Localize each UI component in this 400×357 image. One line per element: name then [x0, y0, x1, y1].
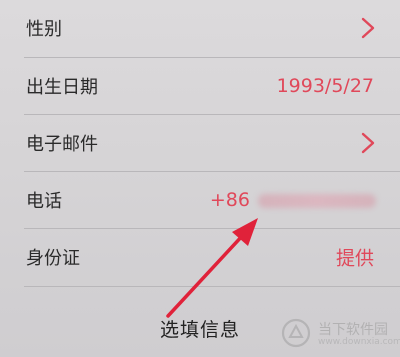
birthdate-label: 出生日期 [26, 77, 98, 98]
chevron-right-icon [361, 17, 375, 39]
birthdate-value: 1993/5/27 [276, 75, 374, 97]
watermark: 当下软件园 www.downxia.com [280, 317, 400, 351]
chevron-right-icon [361, 132, 375, 154]
id-card-row[interactable]: 身份证 提供 [0, 229, 400, 285]
watermark-url: www.downxia.com [318, 337, 400, 347]
birthdate-row[interactable]: 出生日期 1993/5/27 [0, 58, 400, 114]
watermark-logo-icon [281, 318, 311, 348]
id-card-label: 身份证 [26, 248, 80, 269]
email-row[interactable]: 电子邮件 [0, 115, 400, 171]
email-label: 电子邮件 [26, 134, 98, 155]
phone-country-code: +86 [209, 189, 250, 211]
phone-value: +86 [210, 189, 376, 211]
blurred-phone-number [258, 193, 376, 208]
phone-label: 电话 [26, 191, 62, 212]
id-card-provide-link[interactable]: 提供 [336, 244, 374, 271]
gender-label: 性别 [26, 19, 62, 40]
watermark-brand: 当下软件园 [318, 322, 388, 338]
divider [24, 286, 400, 287]
profile-settings-screen: 性别 出生日期 1993/5/27 电子邮件 电话 +86 身份证 提供 选填信… [0, 0, 400, 357]
gender-row[interactable]: 性别 [0, 0, 400, 56]
phone-row[interactable]: 电话 +86 [0, 172, 400, 228]
